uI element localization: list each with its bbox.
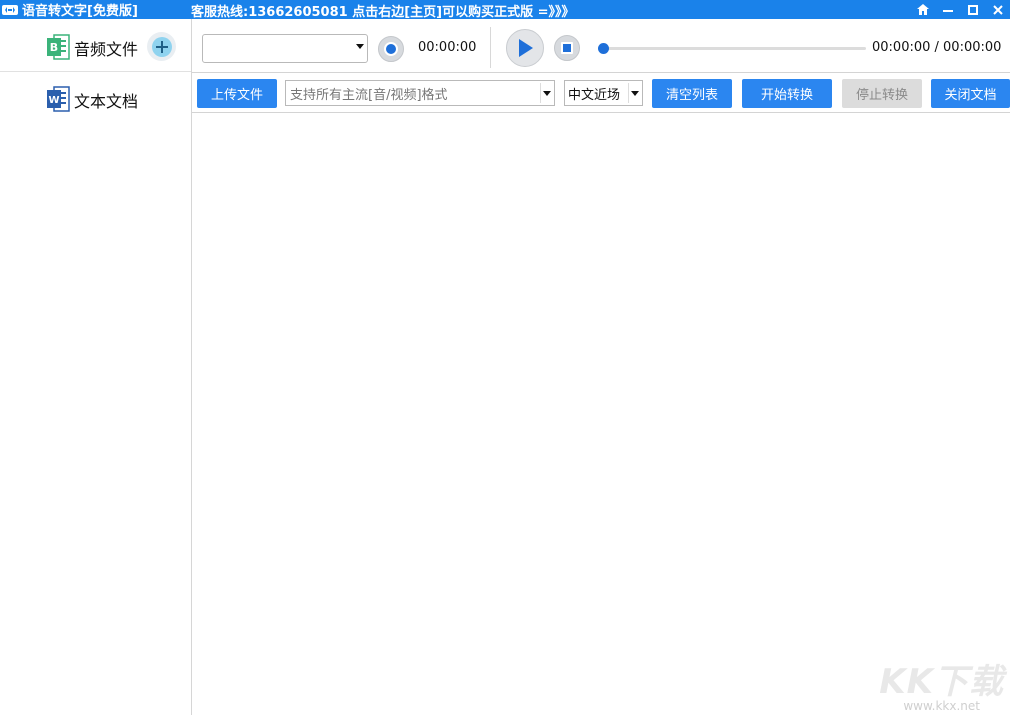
divider [192,72,1010,73]
watermark: KK下载 www.kkx.net [879,654,1004,713]
upload-file-button[interactable]: 上传文件 [197,79,277,108]
maximize-icon[interactable] [960,0,985,19]
add-file-button[interactable] [147,32,176,61]
minimize-icon[interactable] [935,0,960,19]
chevron-down-icon [356,44,364,49]
home-icon[interactable] [910,0,935,19]
player-bar: 00:00:00 00:00:00 / 00:00:00 [192,19,1010,75]
window-controls [910,0,1010,19]
format-select[interactable]: 支持所有主流[音/视频]格式 [285,80,555,106]
divider [540,83,541,103]
start-convert-button[interactable]: 开始转换 [742,79,832,108]
file-list[interactable] [192,113,1010,715]
divider [628,83,629,103]
divider [490,27,491,68]
sidebar-item-audio[interactable]: B 音频文件 [0,19,191,72]
close-icon[interactable] [985,0,1010,19]
language-select[interactable]: 中文近场 [564,80,643,106]
clear-list-button[interactable]: 清空列表 [652,79,732,108]
sidebar-item-label: 文本文档 [74,92,139,111]
app-title: 语音转文字[免费版] [22,4,138,19]
toolbar: 上传文件 支持所有主流[音/视频]格式 中文近场 清空列表 开始转换 停止转换 … [192,76,1010,112]
svg-text:B: B [50,41,58,54]
word-doc-icon: W [46,86,70,112]
format-select-placeholder: 支持所有主流[音/视频]格式 [290,87,448,103]
stop-icon [561,42,573,54]
record-time: 00:00:00 [418,40,477,55]
record-button[interactable] [378,36,404,62]
stop-button[interactable] [554,35,580,61]
progress-knob[interactable] [598,43,609,54]
play-time: 00:00:00 / 00:00:00 [872,40,1002,55]
play-button[interactable] [506,29,544,67]
svg-text:W: W [48,95,59,106]
chevron-down-icon [543,91,551,96]
record-icon [384,42,398,56]
language-select-value: 中文近场 [568,87,621,103]
stop-convert-button[interactable]: 停止转换 [842,79,922,108]
audio-file-select[interactable] [202,34,368,63]
play-icon [519,39,533,57]
excel-doc-icon: B [46,34,70,60]
watermark-logo: KK下载 [879,662,1004,702]
chevron-down-icon [631,91,639,96]
progress-track[interactable] [601,47,866,50]
plus-icon [151,36,172,57]
app-logo-icon [2,3,18,17]
title-bar: 语音转文字[免费版] 客服热线:13662605081 点击右边[主页]可以购买… [0,0,1010,20]
hotline-text[interactable]: 客服热线:13662605081 点击右边[主页]可以购买正式版 =》》》 [191,1,575,20]
sidebar: B 音频文件 W 文本文档 [0,19,192,715]
close-document-button[interactable]: 关闭文档 [931,79,1010,108]
sidebar-item-label: 音频文件 [74,40,139,59]
sidebar-item-text[interactable]: W 文本文档 [0,72,191,124]
